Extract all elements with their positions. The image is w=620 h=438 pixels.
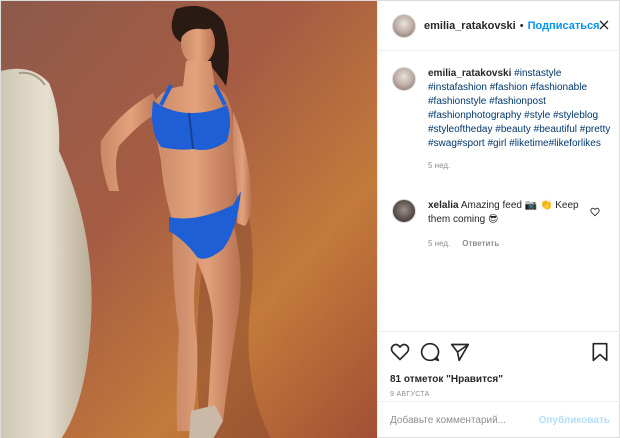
commenter-username[interactable]: xelalia [428, 200, 459, 211]
post-actions: 81 отметок "Нравится" 9 АВГУСТА [378, 331, 620, 401]
caption-author-avatar[interactable] [392, 67, 416, 91]
instagram-post: emilia_ratakovski • Подписаться emilia_r… [0, 0, 620, 438]
separator-dot: • [519, 19, 524, 32]
share-icon[interactable] [450, 342, 470, 362]
comment-input[interactable] [390, 415, 539, 426]
post-photo-illustration [1, 1, 377, 438]
author-username[interactable]: emilia_ratakovski [424, 20, 516, 32]
comment-meta: 5 нед. Ответить [428, 237, 598, 251]
author-avatar[interactable] [392, 13, 416, 38]
caption-time[interactable]: 5 нед. [428, 159, 614, 173]
comment-time[interactable]: 5 нед. [428, 237, 450, 251]
comment-item: xelalia Amazing feed 📷 👏 Keep them comin… [392, 199, 614, 251]
post-photo[interactable] [1, 1, 377, 438]
bookmark-icon[interactable] [590, 342, 610, 362]
action-icons [390, 340, 610, 364]
more-icon[interactable] [598, 19, 610, 31]
post-side-panel: emilia_ratakovski • Подписаться emilia_r… [377, 1, 620, 438]
post-header: emilia_ratakovski • Подписаться [378, 1, 620, 51]
comment-icon[interactable] [420, 342, 440, 362]
follow-button[interactable]: Подписаться [528, 20, 600, 32]
caption-username[interactable]: emilia_ratakovski [428, 68, 511, 79]
post-date[interactable]: 9 АВГУСТА [390, 391, 610, 398]
post-caption: emilia_ratakovski #instastyle #instafash… [392, 67, 614, 173]
comment-body: xelalia Amazing feed 📷 👏 Keep them comin… [428, 199, 598, 251]
publish-button[interactable]: Опубликовать [539, 415, 610, 426]
caption-body: emilia_ratakovski #instastyle #instafash… [428, 67, 614, 173]
commenter-avatar[interactable] [392, 199, 416, 223]
likes-count[interactable]: 81 отметок "Нравится" [390, 374, 610, 385]
add-comment-bar: Опубликовать [378, 401, 620, 438]
reply-button[interactable]: Ответить [462, 237, 499, 251]
heart-small-icon[interactable] [590, 207, 600, 217]
caption-hashtags[interactable]: #instastyle #instafashion #fashion #fash… [428, 68, 610, 149]
heart-icon[interactable] [390, 342, 410, 362]
